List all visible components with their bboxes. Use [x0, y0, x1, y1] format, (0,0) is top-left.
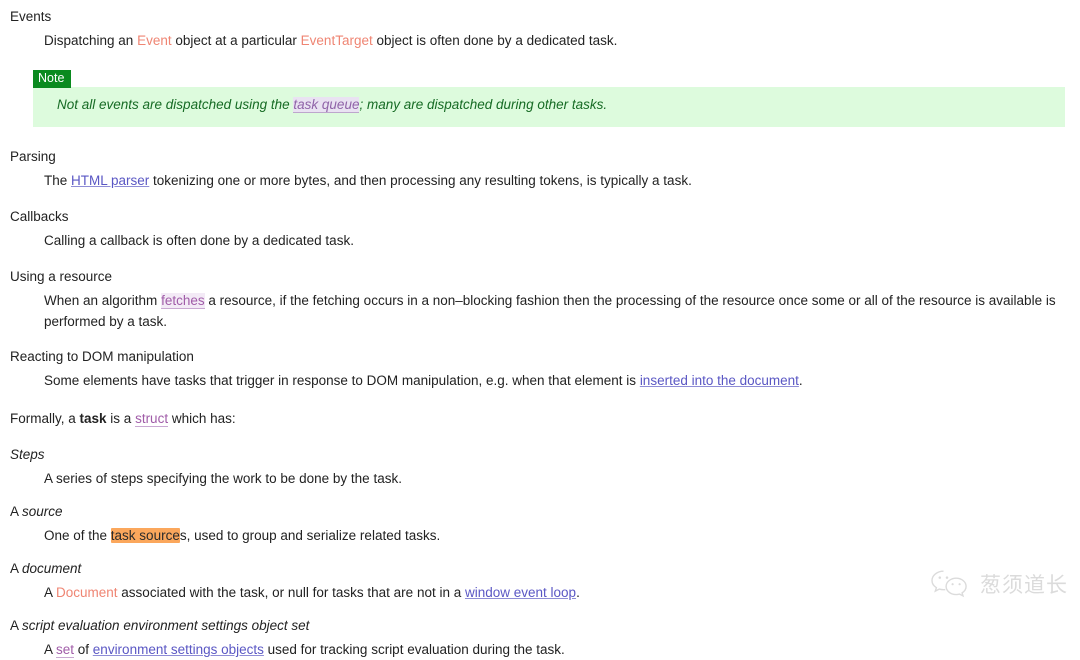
callbacks-text: Calling a callback is often done by a de…: [44, 233, 354, 248]
note-text-post: ; many are dispatched during other tasks…: [359, 97, 608, 112]
steps-text: A series of steps specifying the work to…: [44, 471, 402, 486]
idl-link-document[interactable]: Document: [56, 585, 118, 600]
events-text-post: object is often done by a dedicated task…: [372, 33, 618, 48]
term-steps-label: Steps: [10, 447, 45, 462]
note-badge: Note: [33, 70, 72, 88]
spec-link-html-parser[interactable]: HTML parser: [71, 173, 149, 188]
idl-link-eventtarget[interactable]: EventTarget: [301, 33, 373, 48]
term-reacting-to-dom-manipulation: Reacting to DOM manipulation: [0, 348, 1080, 365]
a-document-text-mid: associated with the task, or null for ta…: [117, 585, 465, 600]
formally-bold-task: task: [79, 411, 107, 426]
term-a-source-prefix: A: [10, 504, 23, 519]
definition-callbacks: Calling a callback is often done by a de…: [0, 230, 1079, 251]
term-a-document: A document: [0, 560, 1080, 577]
term-callbacks: Callbacks: [0, 208, 1080, 225]
events-text-pre: Dispatching an: [44, 33, 138, 48]
term-a-source-label: source: [22, 504, 63, 519]
definition-steps: A series of steps specifying the work to…: [0, 468, 1079, 489]
concept-link-set[interactable]: set: [56, 642, 75, 658]
using-resource-text-pre: When an algorithm: [44, 293, 162, 308]
term-script-env-prefix: A: [10, 618, 23, 633]
a-document-text-pre: A: [44, 585, 57, 600]
definition-a-source: One of the task sources, used to group a…: [0, 525, 1079, 546]
parsing-text-pre: The: [44, 173, 72, 188]
definition-using-a-resource: When an algorithm fetches a resource, if…: [0, 290, 1079, 332]
events-text-mid: object at a particular: [171, 33, 301, 48]
term-a-document-label: document: [22, 561, 82, 576]
term-reacting-to-dom-manipulation-label: Reacting to DOM manipulation: [10, 349, 194, 364]
a-source-text-post: s, used to group and serialize related t…: [179, 528, 441, 543]
definition-reacting-to-dom-manipulation: Some elements have tasks that trigger in…: [0, 370, 1079, 391]
term-events-label: Events: [10, 9, 52, 24]
spec-link-window-event-loop[interactable]: window event loop: [465, 585, 576, 600]
definition-a-document: A Document associated with the task, or …: [0, 582, 1079, 603]
term-using-a-resource-label: Using a resource: [10, 269, 113, 284]
term-events: Events: [0, 8, 1080, 25]
spec-document-page: Events Dispatching an Event object at a …: [0, 0, 1080, 658]
script-env-text-post: used for tracking script evaluation duri…: [263, 642, 565, 657]
concept-link-fetches[interactable]: fetches: [161, 293, 205, 309]
reacting-dom-text-post: .: [798, 373, 803, 388]
formally-text-mid: is a: [106, 411, 136, 426]
term-callbacks-label: Callbacks: [10, 209, 69, 224]
script-env-text-mid: of: [74, 642, 93, 657]
paragraph-formally: Formally, a task is a struct which has:: [0, 408, 1080, 429]
definition-parsing: The HTML parser tokenizing one or more b…: [0, 170, 1079, 191]
a-document-text-post: .: [576, 585, 580, 600]
parsing-text-post: tokenizing one or more bytes, and then p…: [149, 173, 692, 188]
idl-link-event[interactable]: Event: [137, 33, 172, 48]
a-source-text-pre: One of the: [44, 528, 111, 543]
term-script-evaluation-env-settings-object-set: A script evaluation environment settings…: [0, 617, 1080, 634]
note-callout: Note Not all events are dispatched using…: [33, 70, 1065, 127]
term-steps: Steps: [0, 446, 1080, 463]
spec-link-inserted-into-the-document[interactable]: inserted into the document: [640, 373, 799, 388]
formally-text-post: which has:: [168, 411, 236, 426]
note-text-pre: Not all events are dispatched using the: [57, 97, 294, 112]
term-parsing: Parsing: [0, 148, 1080, 165]
formally-text-pre: Formally, a: [10, 411, 80, 426]
term-a-document-prefix: A: [10, 561, 23, 576]
concept-link-task-queue[interactable]: task queue: [293, 97, 360, 113]
definition-script-evaluation-env-settings-object-set: A set of environment settings objects us…: [0, 639, 1079, 660]
note-body: Not all events are dispatched using the …: [33, 87, 1065, 127]
term-using-a-resource: Using a resource: [0, 268, 1080, 285]
script-env-text-pre: A: [44, 642, 57, 657]
concept-link-struct[interactable]: struct: [135, 411, 169, 427]
search-highlight-task-source: task source: [110, 528, 180, 543]
term-script-env-label: script evaluation environment settings o…: [22, 618, 310, 633]
reacting-dom-text-pre: Some elements have tasks that trigger in…: [44, 373, 640, 388]
term-a-source: A source: [0, 503, 1080, 520]
definition-events: Dispatching an Event object at a particu…: [0, 30, 1079, 51]
term-parsing-label: Parsing: [10, 149, 56, 164]
spec-link-environment-settings-objects[interactable]: environment settings objects: [93, 642, 264, 657]
